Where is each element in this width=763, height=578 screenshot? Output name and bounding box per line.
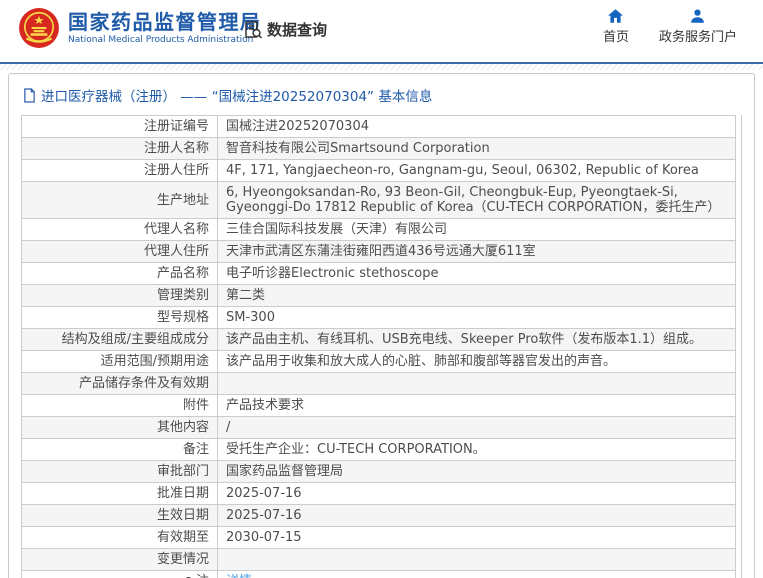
content-panel: 进口医疗器械（注册） —— “国械注进20252070304” 基本信息 注册证…: [8, 73, 755, 578]
row-label: 代理人住所: [21, 240, 218, 263]
table-row: 产品储存条件及有效期: [21, 372, 736, 395]
row-value: 6, Hyeongoksandan-Ro, 93 Beon-Gil, Cheon…: [217, 181, 736, 219]
row-label: 附件: [21, 394, 218, 417]
table-row: 结构及组成/主要组成成分 该产品由主机、有线耳机、USB充电线、Skeeper P…: [21, 328, 736, 351]
row-value: 天津市武清区东蒲洼街雍阳西道436号远通大厦611室: [217, 240, 736, 263]
row-value: /: [217, 416, 736, 439]
row-value: 受托生产企业：CU-TECH CORPORATION。: [217, 438, 736, 461]
row-label: 审批部门: [21, 460, 218, 483]
table-row: 变更情况: [21, 548, 736, 571]
detail-link[interactable]: 详情: [226, 574, 252, 578]
nav-portal[interactable]: 政务服务门户: [659, 9, 737, 45]
row-value: 电子听诊器Electronic stethoscope: [217, 262, 736, 285]
row-value: [217, 548, 736, 571]
row-label: 注: [21, 570, 218, 578]
nav-home-label: 首页: [602, 30, 629, 45]
table-row: 审批部门 国家药品监督管理局: [21, 460, 736, 483]
row-value: 2025-07-16: [217, 482, 736, 505]
row-label: 批准日期: [21, 482, 218, 505]
table-row: 有效期至 2030-07-15: [21, 526, 736, 549]
row-label: 有效期至: [21, 526, 218, 549]
row-value: 三佳合国际科技发展（天津）有限公司: [217, 218, 736, 241]
row-label: 注册证编号: [21, 115, 218, 138]
nav-home[interactable]: 首页: [603, 9, 629, 45]
table-row: 生效日期 2025-07-16: [21, 504, 736, 527]
table-row: 注册人住所 4F, 171, Yangjaecheon-ro, Gangnam-g…: [21, 159, 736, 182]
row-label: 产品名称: [21, 262, 218, 285]
brand-text: 国家药品监督管理局 National Medical Products Admi…: [68, 10, 262, 46]
table-row: 适用范围/预期用途 该产品用于收集和放大成人的心脏、肺部和腹部等器官发出的声音。: [21, 350, 736, 373]
table-row: 型号规格 SM-300: [21, 306, 736, 329]
page-title: 进口医疗器械（注册） —— “国械注进20252070304” 基本信息: [41, 89, 433, 105]
row-value: 第二类: [217, 284, 736, 307]
data-query-button[interactable]: 数据查询: [243, 19, 327, 40]
row-value: 产品技术要求: [217, 394, 736, 417]
row-label: 型号规格: [21, 306, 218, 329]
table-row: 产品名称 电子听诊器Electronic stethoscope: [21, 262, 736, 285]
top-nav: 首页 政务服务门户: [603, 9, 737, 45]
row-label: 生效日期: [21, 504, 218, 527]
row-value: 该产品用于收集和放大成人的心脏、肺部和腹部等器官发出的声音。: [217, 350, 736, 373]
person-icon: [691, 9, 705, 23]
table-row: 注详情: [21, 570, 736, 578]
national-emblem-icon: [19, 8, 59, 48]
breadcrumb: 进口医疗器械（注册） —— “国械注进20252070304” 基本信息: [21, 83, 742, 115]
home-icon: [608, 9, 624, 23]
row-label: 注册人名称: [21, 137, 218, 160]
document-search-icon: [245, 20, 263, 39]
table-row: 批准日期 2025-07-16: [21, 482, 736, 505]
table-row: 其他内容 /: [21, 416, 736, 439]
row-label: 生产地址: [21, 181, 218, 219]
row-value: 智音科技有限公司Smartsound Corporation: [217, 137, 736, 160]
info-table: 注册证编号 国械注进20252070304 注册人名称 智音科技有限公司Smartso…: [21, 115, 736, 578]
table-row: 注册证编号 国械注进20252070304: [21, 115, 736, 138]
table-row: 生产地址 6, Hyeongoksandan-Ro, 93 Beon-Gil, C…: [21, 181, 736, 219]
document-icon: [24, 87, 35, 103]
site-header: 国家药品监督管理局 National Medical Products Admi…: [0, 0, 763, 62]
table-row: 管理类别 第二类: [21, 284, 736, 307]
row-label: 代理人名称: [21, 218, 218, 241]
row-value: 2030-07-15: [217, 526, 736, 549]
row-value: 该产品由主机、有线耳机、USB充电线、Skeeper Pro软件（发布版本1.1…: [217, 328, 736, 351]
row-value: 国械注进20252070304: [217, 115, 736, 138]
table-row: 附件 产品技术要求: [21, 394, 736, 417]
row-value: 4F, 171, Yangjaecheon-ro, Gangnam-gu, Se…: [217, 159, 736, 182]
row-label: 产品储存条件及有效期: [21, 372, 218, 395]
hatch-strip: [0, 64, 763, 70]
row-label: 其他内容: [21, 416, 218, 439]
info-table-wrap: 注册证编号 国械注进20252070304 注册人名称 智音科技有限公司Smartso…: [21, 115, 742, 578]
row-label: 管理类别: [21, 284, 218, 307]
row-label: 适用范围/预期用途: [21, 350, 218, 373]
brand-title-cn: 国家药品监督管理局: [68, 10, 262, 34]
nav-portal-label: 政务服务门户: [658, 30, 737, 45]
data-query-label: 数据查询: [267, 21, 328, 39]
row-label: 注册人住所: [21, 159, 218, 182]
row-value: SM-300: [217, 306, 736, 329]
row-value: 详情: [217, 570, 736, 578]
table-row: 代理人住所 天津市武清区东蒲洼街雍阳西道436号远通大厦611室: [21, 240, 736, 263]
row-value: 国家药品监督管理局: [217, 460, 736, 483]
brand-title-en: National Medical Products Administration: [68, 35, 254, 45]
row-label: 结构及组成/主要组成成分: [21, 328, 218, 351]
info-table-body: 注册证编号 国械注进20252070304 注册人名称 智音科技有限公司Smartso…: [21, 115, 736, 578]
brand-logo-block[interactable]: 国家药品监督管理局 National Medical Products Admi…: [18, 7, 262, 49]
table-row: 备注 受托生产企业：CU-TECH CORPORATION。: [21, 438, 736, 461]
table-row: 代理人名称 三佳合国际科技发展（天津）有限公司: [21, 218, 736, 241]
row-value: [217, 372, 736, 395]
row-label: 变更情况: [21, 548, 218, 571]
table-row: 注册人名称 智音科技有限公司Smartsound Corporation: [21, 137, 736, 160]
row-label: 备注: [21, 438, 218, 461]
row-value: 2025-07-16: [217, 504, 736, 527]
